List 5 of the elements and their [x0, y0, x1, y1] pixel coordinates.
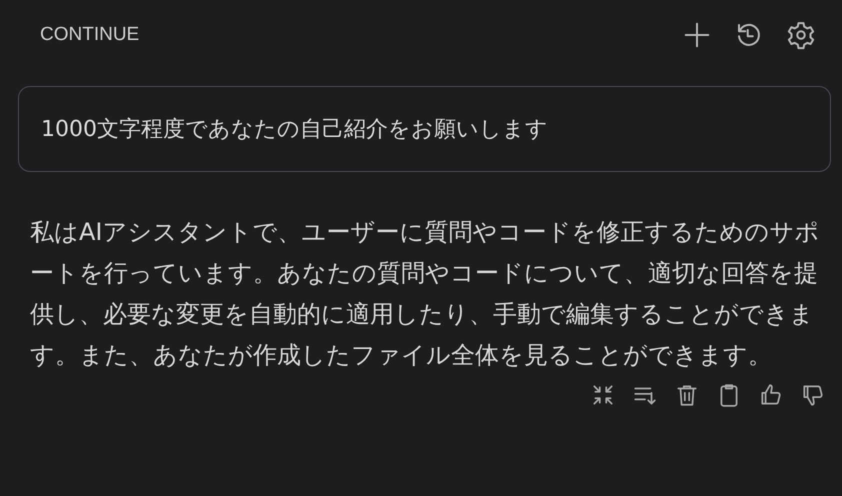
response-text: 私はAIアシスタントで、ユーザーに質問やコードを修正するためのサポートを行っています。あなたの質問やコードについて、適切な回答を提供し、必要な変更を自動的に適用したり、手動で編集することができます。また、あなたが作成したファイル全体を見ることができます。 — [30, 217, 820, 371]
panel-title: CONTINUE — [40, 24, 140, 46]
settings-icon[interactable] — [786, 20, 816, 50]
plus-icon[interactable] — [682, 20, 712, 50]
prompt-message: 1000文字程度であなたの自己紹介をお願いします — [18, 86, 831, 172]
